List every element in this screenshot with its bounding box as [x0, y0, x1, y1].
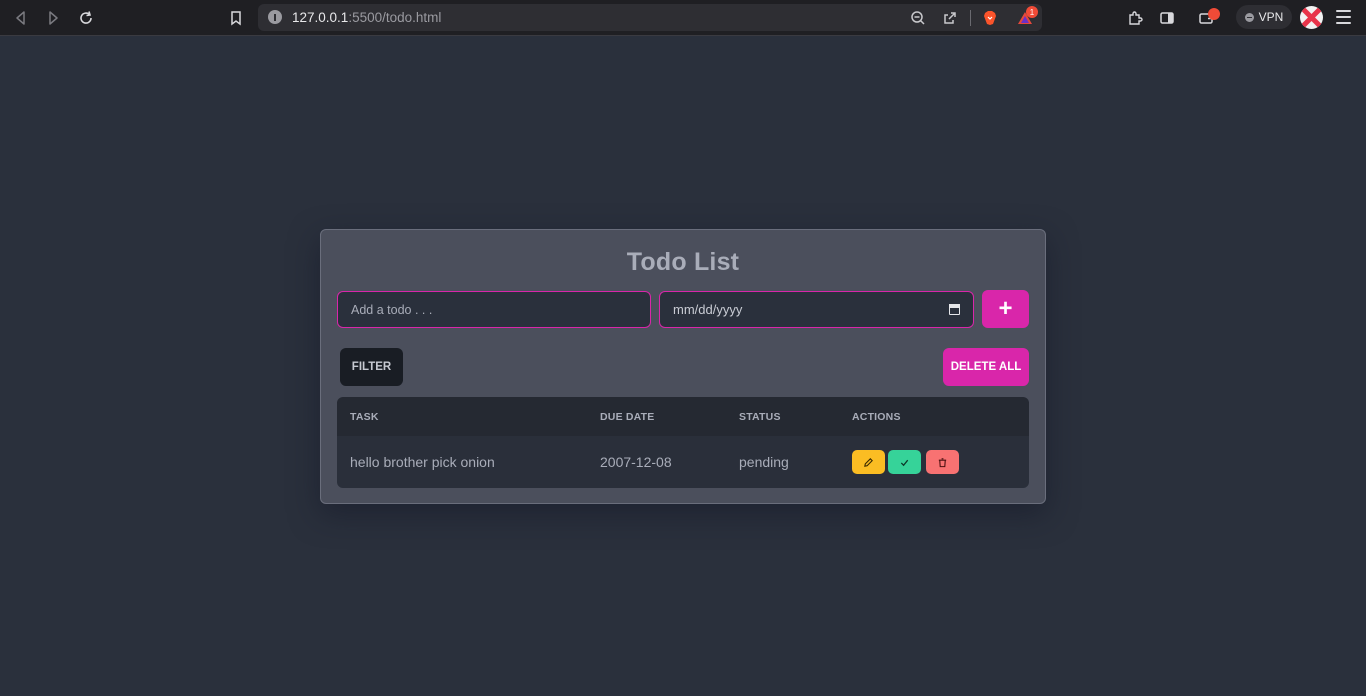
profile-logo-icon	[1301, 7, 1322, 28]
reload-icon	[80, 11, 92, 24]
address-bar-divider	[970, 10, 971, 26]
todo-table: TASK DUE DATE STATUS ACTIONS hello broth…	[337, 397, 1029, 488]
bookmark-icon	[231, 11, 241, 26]
filter-button[interactable]: FILTER	[340, 348, 403, 386]
extensions-button[interactable]	[1123, 6, 1147, 30]
address-bar[interactable]: 127.0.0.1:5500/todo.html 1	[258, 4, 1042, 31]
date-input-placeholder: mm/dd/yyyy	[673, 302, 743, 317]
brave-shields-button[interactable]	[981, 9, 999, 27]
due-date-cell: 2007-12-08	[600, 454, 672, 470]
zoom-button[interactable]	[909, 9, 927, 27]
back-arrow-icon	[16, 11, 25, 25]
complete-todo-button[interactable]	[888, 450, 921, 474]
sidebar-icon	[1160, 12, 1174, 24]
profile-avatar[interactable]	[1300, 6, 1323, 29]
due-date-input[interactable]: mm/dd/yyyy	[659, 291, 974, 328]
trash-icon	[938, 457, 947, 467]
brave-lion-icon	[984, 11, 996, 25]
delete-all-button[interactable]: DELETE ALL	[943, 348, 1029, 386]
task-cell: hello brother pick onion	[350, 454, 495, 470]
header-task: TASK	[350, 411, 379, 423]
sidebar-button[interactable]	[1155, 6, 1179, 30]
todo-input[interactable]: Add a todo . . .	[337, 291, 651, 328]
check-icon	[900, 459, 909, 466]
back-button[interactable]	[9, 6, 33, 30]
url-text[interactable]: 127.0.0.1:5500/todo.html	[292, 10, 441, 25]
rewards-badge: 1	[1026, 6, 1038, 18]
header-actions: ACTIONS	[852, 411, 901, 423]
browser-toolbar: 127.0.0.1:5500/todo.html 1 VPN	[0, 0, 1366, 36]
vpn-button[interactable]: VPN	[1236, 5, 1292, 29]
share-icon	[944, 12, 956, 24]
todo-input-placeholder: Add a todo . . .	[351, 302, 433, 317]
vpn-label: VPN	[1258, 10, 1284, 24]
calendar-icon[interactable]	[948, 303, 960, 315]
bookmark-button[interactable]	[224, 6, 248, 30]
add-todo-button[interactable]: +	[982, 290, 1029, 328]
status-cell: pending	[739, 454, 789, 470]
todo-card: Todo List Add a todo . . . mm/dd/yyyy + …	[320, 229, 1046, 504]
delete-todo-button[interactable]	[926, 450, 959, 474]
site-info-icon[interactable]	[268, 10, 282, 24]
header-status: STATUS	[739, 411, 781, 423]
share-button[interactable]	[941, 9, 959, 27]
vpn-status-icon	[1244, 12, 1254, 22]
forward-arrow-icon	[49, 11, 58, 25]
header-due-date: DUE DATE	[600, 411, 655, 423]
table-header: TASK DUE DATE STATUS ACTIONS	[337, 397, 1029, 436]
table-row: hello brother pick onion 2007-12-08 pend…	[337, 436, 1029, 488]
reload-button[interactable]	[74, 6, 98, 30]
puzzle-icon	[1129, 11, 1143, 25]
zoom-out-icon	[911, 11, 925, 25]
wallet-notification-dot	[1208, 8, 1220, 20]
edit-todo-button[interactable]	[852, 450, 885, 474]
page-title: Todo List	[626, 248, 740, 276]
pencil-icon	[864, 457, 873, 467]
menu-icon[interactable]	[1336, 10, 1351, 24]
url-path: :5500/todo.html	[348, 10, 442, 25]
url-host: 127.0.0.1	[292, 10, 349, 25]
forward-button[interactable]	[41, 6, 65, 30]
